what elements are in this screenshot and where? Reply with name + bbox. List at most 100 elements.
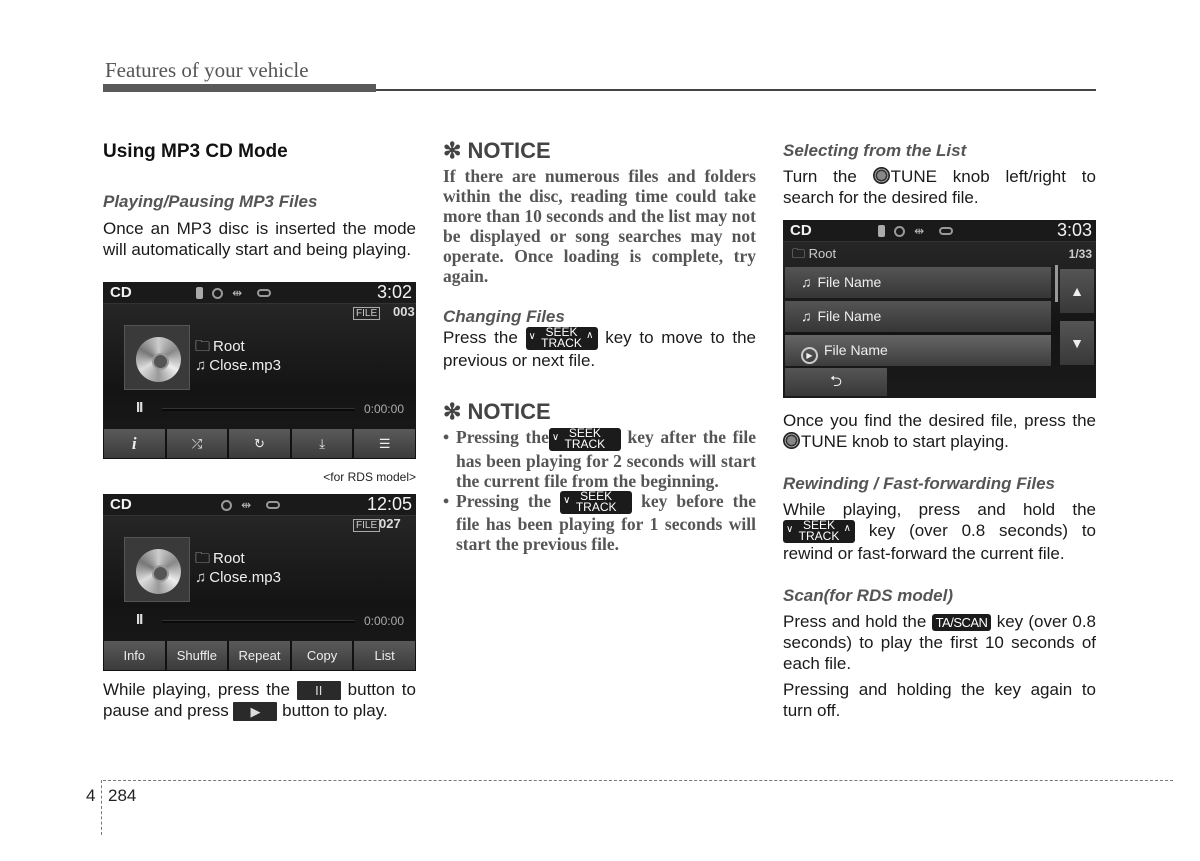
player-screen-icons: CD ⇹ 3:02 FILE 003 🗀 Root ♫ Close.mp3 II 0…: [103, 282, 416, 459]
notice-item: Pressing the ∨SEEKTRACK key before the f…: [443, 490, 756, 554]
found-text-pre: Once you find the desired file, press th…: [783, 411, 1096, 430]
disc-icon: [894, 225, 906, 237]
notice-list: Pressing the∨SEEKTRACK key after the fil…: [443, 427, 756, 554]
file-number: 003: [393, 304, 415, 319]
list-item[interactable]: ▶ File Name: [785, 335, 1051, 366]
soft-button-row: i ⤮ ↻ ⤓ ☰: [103, 429, 416, 459]
ipod-icon: [266, 501, 281, 509]
progress-bar[interactable]: [162, 408, 355, 411]
clock: 3:02: [376, 282, 412, 302]
tune-label: TUNE: [801, 432, 848, 451]
tune-knob-icon: [783, 432, 800, 449]
pause-icon[interactable]: II: [136, 611, 143, 628]
change-text-pre: Press the: [443, 328, 518, 347]
pause-play-instructions: While playing, press the II button to pa…: [103, 679, 416, 722]
pause-icon[interactable]: II: [136, 399, 143, 416]
column-3: Selecting from the List Turn the TUNE kn…: [783, 138, 1096, 721]
usb-icon: ⇹: [232, 286, 249, 300]
page-number: 284: [108, 786, 137, 805]
status-icons: ⇹: [878, 224, 954, 238]
music-note-icon: ♫: [195, 357, 207, 374]
cd-disc-icon: [136, 337, 181, 382]
folder-icon: 🗀: [195, 550, 211, 567]
mode-label: CD: [110, 496, 132, 513]
usb-icon: ⇹: [241, 498, 258, 512]
bluetooth-icon: [196, 287, 203, 299]
found-text-post: knob to start playing.: [852, 432, 1009, 451]
seek-track-key: ∨ SEEK TRACK: [548, 427, 621, 451]
status-bar: CD ⇹ 12:05: [103, 494, 416, 516]
scroll-up-button[interactable]: ▲: [1060, 269, 1094, 313]
notice-item-pre: Pressing the: [456, 427, 549, 448]
folder-icon: 🗀: [195, 338, 211, 355]
scan-text-pre: Press and hold the: [783, 612, 927, 632]
caption-rds-model: <for RDS model>: [323, 470, 416, 484]
status-bar: CD ⇹ 3:02: [103, 282, 416, 304]
back-button[interactable]: ⮌: [785, 368, 887, 396]
list-button[interactable]: ☰: [354, 429, 415, 458]
disc-icon: [212, 287, 224, 299]
seek-track-key: ∨ SEEK TRACK ∧: [783, 519, 855, 544]
clock: 12:05: [366, 494, 412, 514]
file-list-screen: CD ⇹ 3:03 🗀 Root 1/33 ♫ File Name ♫ File N…: [783, 220, 1096, 398]
subhead-playing-pausing: Playing/Pausing MP3 Files: [103, 192, 318, 211]
usb-icon: ⇹: [914, 224, 931, 238]
notice-text: If there are numerous files and folders …: [443, 166, 756, 286]
music-note-icon: ♫: [801, 308, 812, 324]
changing-files-text: Press the ∨ SEEK TRACK ∧ key to move to the…: [443, 326, 756, 371]
column-1: Using MP3 CD Mode Playing/Pausing MP3 Fi…: [103, 138, 416, 722]
chapter-number: 4: [86, 786, 96, 805]
pause-text-1: While playing, press the: [103, 680, 290, 699]
notice-title: ✻ NOTICE: [443, 138, 551, 163]
shuffle-button[interactable]: ⤮: [166, 429, 228, 458]
footer-rule: [103, 780, 1173, 781]
list-item[interactable]: ♫ File Name: [785, 267, 1051, 298]
music-note-icon: ♫: [801, 274, 812, 290]
track-line: ♫ Close.mp3: [195, 569, 281, 586]
ipod-icon: [257, 289, 272, 297]
list-item[interactable]: ♫ File Name: [785, 301, 1051, 332]
column-2: ✻ NOTICE If there are numerous files and…: [443, 138, 756, 554]
progress-bar[interactable]: [162, 620, 355, 623]
folder-name: Root: [808, 246, 837, 261]
subhead-rewind: Rewinding / Fast-forwarding Files: [783, 474, 1056, 493]
clock: 3:03: [1056, 220, 1092, 240]
copy-button[interactable]: ⤓: [291, 429, 353, 458]
file-count: 1/33: [1068, 247, 1092, 261]
list-item-label: File Name: [824, 342, 888, 358]
music-note-icon: ♫: [195, 569, 207, 586]
file-badge: FILE: [353, 307, 381, 320]
seek-track-key: ∨ SEEK TRACK: [560, 490, 633, 514]
list-button[interactable]: List: [354, 641, 415, 670]
list-item-label: File Name: [817, 308, 882, 324]
notice-item: Pressing the∨SEEKTRACK key after the fil…: [443, 427, 756, 491]
info-button[interactable]: Info: [104, 641, 165, 670]
info-button[interactable]: i: [104, 429, 165, 458]
repeat-button[interactable]: Repeat: [229, 641, 290, 670]
repeat-button[interactable]: ↻: [229, 429, 290, 458]
copy-button[interactable]: Copy: [291, 641, 353, 670]
folder-name: Root: [213, 550, 245, 567]
header-rule-thick: [103, 84, 376, 92]
scan-text: Press and hold the TA/SCAN key (over 0.8…: [783, 611, 1096, 674]
subhead-scan: Scan(for RDS model): [783, 586, 954, 606]
found-file-text: Once you find the desired file, press th…: [783, 410, 1096, 452]
folder-path: 🗀 Root: [792, 245, 836, 267]
scroll-down-button[interactable]: ▼: [1060, 321, 1094, 365]
ta-scan-key: TA/SCAN: [931, 614, 992, 632]
subhead-selecting: Selecting from the List: [783, 141, 967, 160]
shuffle-button[interactable]: Shuffle: [166, 641, 228, 670]
cd-disc-icon: [136, 549, 181, 594]
pause-text-3: button to play.: [282, 701, 388, 721]
notice-item-pre: Pressing the: [456, 490, 552, 511]
scrollbar[interactable]: [1055, 265, 1058, 302]
file-number: 027: [379, 516, 401, 531]
play-key: ▶: [233, 702, 278, 722]
header-title: Features of your vehicle: [105, 58, 309, 82]
elapsed-time: 0:00:00: [363, 402, 404, 416]
status-bar: CD ⇹ 3:03: [783, 220, 1096, 242]
bluetooth-icon: [878, 225, 885, 237]
header-rule-thin: [376, 89, 1096, 91]
tune-label: TUNE: [890, 167, 937, 186]
play-circle-icon: ▶: [801, 347, 818, 364]
